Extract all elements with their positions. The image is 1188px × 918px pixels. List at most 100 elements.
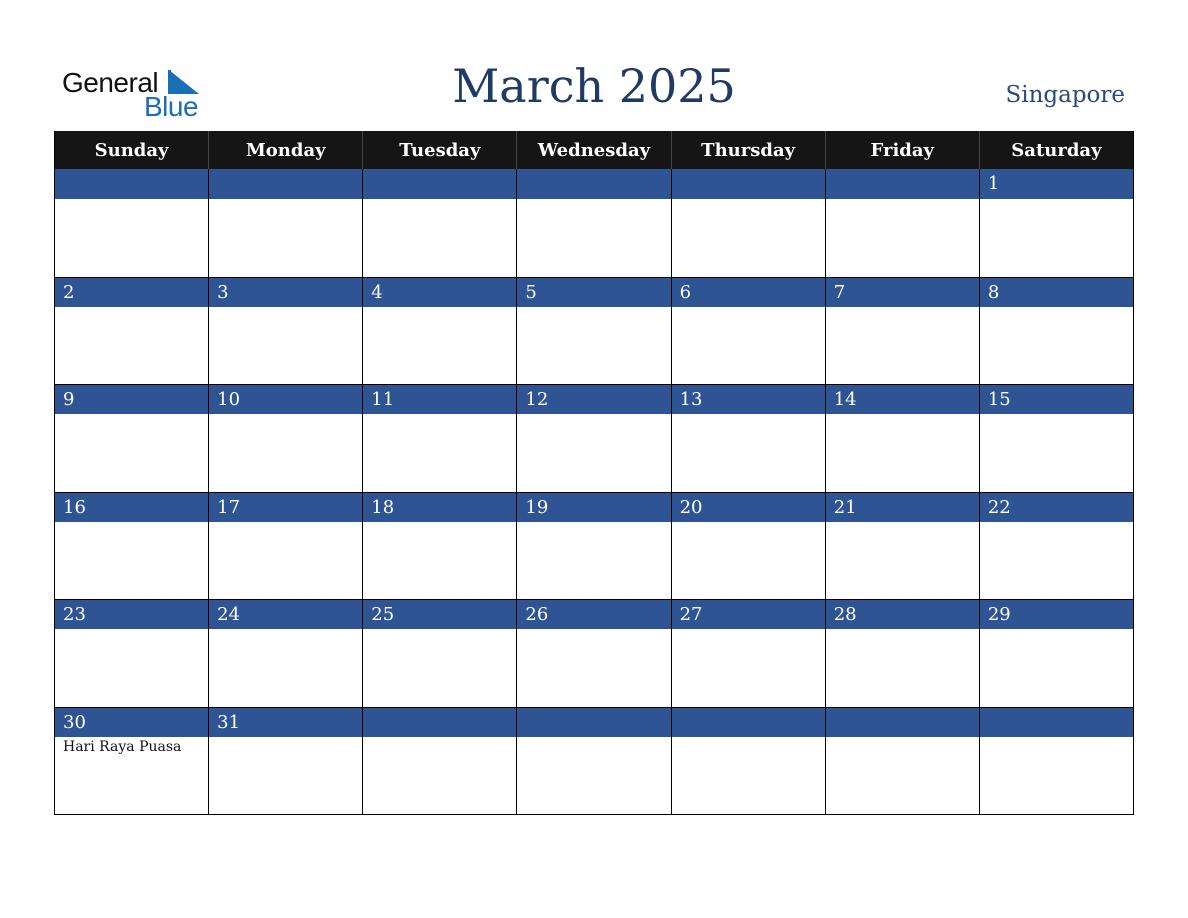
day-cell-12: 12 (517, 384, 672, 492)
day-event (826, 522, 979, 600)
weekday-sunday: Sunday (55, 131, 210, 169)
date-number: 30 (55, 706, 209, 737)
day-cell-23: 23 (55, 599, 210, 707)
date-number: 6 (671, 276, 825, 307)
day-event: Hari Raya Puasa (63, 738, 182, 755)
day-event (55, 307, 208, 385)
day-event (209, 307, 362, 385)
weekday-wednesday: Wednesday (517, 131, 672, 169)
date-number: 16 (55, 491, 209, 522)
date-number: 29 (979, 599, 1133, 629)
calendar-weeks: 1 2 3 4 5 6 7 8 9 10 11 12 13 14 15 16 17 18 19 20 21 22 23 24 2… (55, 169, 1133, 814)
day-event (517, 737, 670, 815)
date-number (517, 706, 671, 737)
weekday-tuesday: Tuesday (363, 131, 518, 169)
date-number: 13 (671, 384, 825, 414)
date-number (209, 169, 363, 199)
date-number (55, 169, 209, 199)
day-cell-13: 13 (671, 384, 826, 492)
date-number (825, 169, 979, 199)
day-event (672, 199, 825, 277)
day-cell-31: 31 (209, 706, 364, 815)
empty-day-cell (363, 169, 518, 277)
day-event (672, 737, 825, 815)
empty-day-cell (55, 169, 210, 277)
day-event (980, 522, 1133, 600)
day-event (363, 522, 516, 600)
weekday-header-row: Sunday Monday Tuesday Wednesday Thursday Frid… (55, 131, 1133, 169)
date-number: 10 (209, 384, 363, 414)
date-number: 9 (55, 384, 209, 414)
calendar-grid: Sunday Monday Tuesday Wednesday Thursday Frid… (54, 131, 1134, 815)
date-number: 1 (979, 169, 1133, 199)
day-cell-25: 25 (363, 599, 518, 707)
day-event (672, 414, 825, 492)
day-cell-26: 26 (517, 599, 672, 707)
day-cell-11: 11 (363, 384, 518, 492)
day-event (826, 737, 979, 815)
date-number (517, 169, 671, 199)
date-number: 7 (825, 276, 979, 307)
day-event (209, 737, 362, 815)
weekday-friday: Friday (826, 131, 980, 169)
date-number: 14 (825, 384, 979, 414)
day-event (826, 629, 979, 707)
week-row: 23 24 25 26 27 28 29 (55, 599, 1133, 707)
day-event (55, 414, 208, 492)
date-number: 5 (517, 276, 671, 307)
day-event (517, 522, 670, 600)
week-row: 1 (55, 169, 1133, 277)
week-row: 9 10 11 12 13 14 15 (55, 384, 1133, 492)
empty-day-cell (825, 169, 980, 277)
day-cell-29: 29 (979, 599, 1133, 707)
day-event (363, 307, 516, 385)
empty-day-cell (671, 706, 826, 815)
empty-day-cell (209, 169, 364, 277)
day-cell-30: 30 Hari Raya Puasa (55, 706, 210, 814)
week-row: 2345678 (55, 276, 1133, 385)
date-number: 28 (825, 599, 979, 629)
empty-day-cell (979, 706, 1133, 815)
date-number (363, 706, 517, 737)
day-event (209, 199, 362, 277)
day-cell-14: 14 (825, 384, 980, 492)
day-cell-22: 22 (979, 491, 1133, 600)
date-number: 19 (517, 491, 671, 522)
day-event (826, 199, 979, 277)
day-event (363, 199, 516, 277)
day-cell-7: 7 (825, 276, 980, 385)
day-event (980, 737, 1133, 815)
day-event (55, 629, 208, 707)
date-number (363, 169, 517, 199)
empty-day-cell (517, 169, 672, 277)
date-number: 17 (209, 491, 363, 522)
day-cell-20: 20 (671, 491, 826, 599)
day-event (517, 307, 670, 385)
date-number (671, 169, 825, 199)
date-number: 8 (979, 276, 1133, 307)
day-event (980, 199, 1133, 277)
day-cell-16: 16 (55, 491, 210, 599)
day-cell-24: 24 (209, 599, 364, 707)
date-number: 22 (979, 491, 1133, 522)
day-event (672, 307, 825, 385)
empty-day-cell (363, 706, 518, 814)
day-event (826, 307, 979, 385)
date-number: 2 (55, 276, 209, 307)
day-cell-4: 4 (363, 276, 518, 385)
date-number (979, 706, 1133, 737)
day-cell-8: 8 (979, 276, 1133, 385)
date-number: 31 (209, 706, 363, 737)
weekday-saturday: Saturday (1011, 139, 1102, 161)
date-number: 15 (979, 384, 1133, 414)
day-event (363, 414, 516, 492)
date-number: 11 (363, 384, 517, 414)
date-number: 27 (671, 599, 825, 629)
date-number: 20 (671, 491, 825, 522)
empty-day-cell (825, 706, 980, 815)
day-event (672, 629, 825, 707)
date-number: 26 (517, 599, 671, 629)
empty-day-cell (671, 169, 826, 277)
country-label: Singapore (1005, 82, 1125, 108)
day-event (209, 629, 362, 707)
